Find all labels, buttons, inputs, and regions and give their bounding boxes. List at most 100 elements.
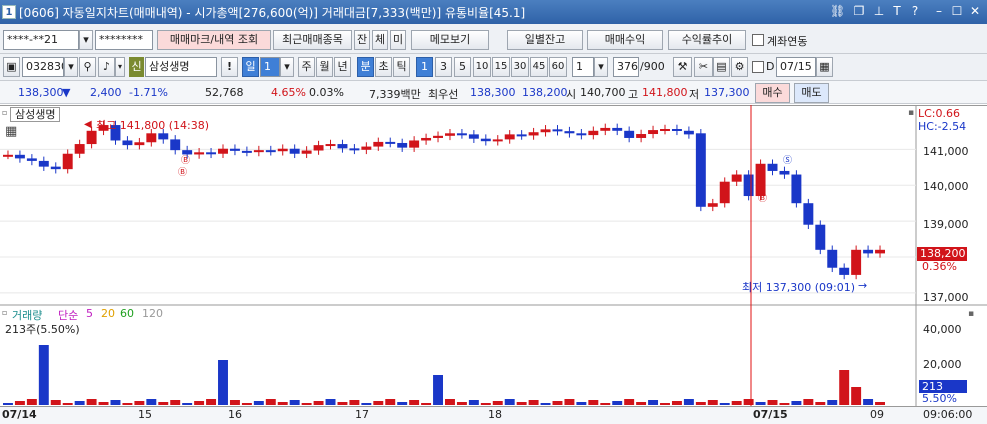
x-axis-time: 09:06:00 [923,408,973,421]
minute-10-button[interactable]: 10 [473,57,491,77]
period-tick-button[interactable]: 틱 [393,57,410,77]
volume-bar [755,402,766,405]
password-field[interactable]: ******** [95,30,153,50]
scissors-icon[interactable]: ✂ [694,57,713,77]
speaker-icon[interactable]: ♪ [98,57,115,77]
balance-button[interactable]: 잔 [354,30,370,50]
maximize-icon[interactable]: ☐ [950,4,964,18]
alert-icon[interactable]: ! [221,57,238,77]
minute-15-button[interactable]: 15 [492,57,510,77]
candle [839,267,850,275]
period-second-button[interactable]: 초 [375,57,392,77]
low-price: 137,300 [704,86,750,99]
layout-icon[interactable]: ▣ [3,57,20,77]
period-year-button[interactable]: 년 [334,57,351,77]
sell-button[interactable]: 매도 [794,83,829,103]
help-icon[interactable]: ? [908,4,922,18]
candle [863,249,874,254]
save-icon[interactable]: ▤ [713,57,730,77]
close-icon[interactable]: ✕ [968,4,982,18]
volume-bar [74,401,85,405]
high-price: 141,800 [642,86,688,99]
yield-trend-button[interactable]: 수익률추이 [668,30,746,50]
candle [337,144,348,149]
candle [146,133,157,143]
minute-60-button[interactable]: 60 [549,57,567,77]
candle [624,130,635,138]
volume-bar [158,402,169,405]
minute-3-button[interactable]: 3 [435,57,452,77]
count-dropdown-icon[interactable]: ▾ [594,57,608,77]
recent-trades-button[interactable]: 최근매매종목 [273,30,352,50]
gear-icon[interactable]: ⚙ [731,57,748,77]
trade-mark-button[interactable]: 매매마크/내역 조회 [157,30,271,50]
account-select[interactable]: ****-**21 [3,30,79,50]
volume-bar [86,399,97,405]
memo-button[interactable]: 메모보기 [411,30,489,50]
min-annotation: 최저 137,300 (09:01) [742,281,856,294]
volume-bar [26,399,37,405]
stock-code-input[interactable]: 032830 [22,57,64,77]
volume-value: 52,768 [205,86,244,99]
period-n-dropdown-icon[interactable]: ▾ [280,57,294,77]
candle [194,152,205,155]
volume-bar [182,403,193,405]
count-select[interactable]: 1 [572,57,594,77]
volume-bar [50,400,61,405]
bar-count-input[interactable]: 376 [613,57,639,77]
minute-5-button[interactable]: 5 [454,57,471,77]
period-day-button[interactable]: 일 [242,57,259,77]
window-title: [0606] 자동일지차트(매매내역) - 시가총액[276,600(억)] 거… [19,5,526,20]
window-icon[interactable]: ❐ [852,4,866,18]
speaker-dropdown-icon[interactable]: ▾ [115,57,125,77]
minute-1-button[interactable]: 1 [416,57,433,77]
account-dropdown-icon[interactable]: ▾ [79,30,93,50]
volume-bar [480,403,491,405]
change-percent: -1.71% [129,86,168,99]
period-week-button[interactable]: 주 [298,57,315,77]
daily-balance-button[interactable]: 일별잔고 [507,30,583,50]
candle [576,133,587,136]
stock-name-field[interactable]: 삼성생명 [145,57,217,77]
candle [134,142,145,146]
code-dropdown-icon[interactable]: ▾ [64,57,78,77]
chart-svg: ◀ Ⓑ Ⓑ Ⓑ Ⓢ → [0,105,987,408]
price-change: 2,400 [90,86,122,99]
trade-profit-button[interactable]: 매매수익 [587,30,663,50]
executed-button[interactable]: 체 [372,30,388,50]
ma120-legend: 120 [142,307,163,320]
volume-bar [218,360,228,405]
date-checkbox[interactable] [752,61,764,73]
pin-icon[interactable]: ⊥ [872,4,886,18]
buy-button[interactable]: 매수 [755,83,790,103]
volume-bar [767,400,778,405]
candle [26,158,37,161]
candle [827,249,838,268]
candle [875,249,885,254]
minimize-icon[interactable]: – [932,4,946,18]
period-n-input[interactable]: 1 [260,57,280,77]
volume-maximize-icon[interactable]: ▪ [968,309,974,319]
unexecuted-button[interactable]: 미 [390,30,406,50]
candle [277,148,288,152]
search-icon[interactable]: ⚲ [79,57,96,77]
minute-30-button[interactable]: 30 [511,57,529,77]
calendar-icon[interactable]: ▦ [816,57,833,77]
minute-45-button[interactable]: 45 [530,57,548,77]
period-minute-button[interactable]: 분 [357,57,374,77]
volume-bar [301,403,312,405]
tools-icon[interactable]: ⚒ [673,57,692,77]
account-link-checkbox[interactable] [752,34,764,46]
window-number-badge: 1 [2,5,16,19]
link-icon[interactable]: ⛓ [830,4,845,18]
period-month-button[interactable]: 월 [316,57,333,77]
candle [492,139,503,142]
candle [743,174,754,197]
volume-collapse-icon[interactable]: ▫ [2,308,7,317]
volume-bar [468,400,479,405]
volume-bar [110,400,121,405]
x-label-0714: 07/14 [2,408,37,421]
font-icon[interactable]: T [890,4,904,18]
date-input[interactable]: 07/15 [776,57,816,77]
price-grid [0,148,916,294]
